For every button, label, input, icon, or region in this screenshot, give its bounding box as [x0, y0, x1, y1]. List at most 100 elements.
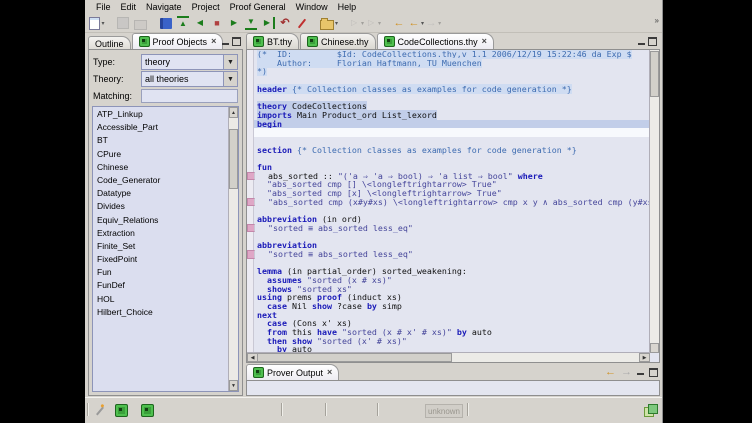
process-all-button[interactable] [243, 15, 259, 31]
gutter [247, 120, 254, 129]
interrupt-button[interactable] [209, 15, 225, 31]
menu-edit[interactable]: Edit [116, 2, 142, 12]
menu-window[interactable]: Window [291, 2, 333, 12]
gutter [247, 67, 254, 76]
gutter [247, 128, 254, 137]
menubar: FileEditNavigateProjectProof GeneralWind… [85, 0, 662, 14]
list-item[interactable]: HOL [93, 293, 228, 306]
close-icon[interactable]: × [327, 368, 332, 377]
undo-step-button[interactable] [192, 15, 208, 31]
theory-combo[interactable]: all theories ▼ [141, 71, 238, 87]
theory-value: all theories [142, 74, 223, 84]
back-button[interactable] [391, 15, 407, 31]
minimize-button[interactable] [638, 43, 645, 45]
debug-icon [365, 17, 377, 29]
prover-output-view: Prover Output × ← → [246, 364, 660, 396]
toolbar-separator [311, 23, 320, 24]
editor-vertical-scrollbar[interactable] [649, 50, 659, 353]
list-scrollbar[interactable]: ▲ ▼ [228, 107, 238, 391]
list-item[interactable]: Hilbert_Choice [93, 306, 228, 319]
list-item[interactable]: Accessible_Part [93, 121, 228, 134]
bottom-icon [245, 16, 257, 30]
prover-state-button[interactable] [158, 15, 174, 31]
type-combo[interactable]: theory ▼ [141, 54, 238, 70]
gutter [247, 319, 254, 328]
list-item[interactable]: BT [93, 134, 228, 147]
list-item[interactable]: Fun [93, 266, 228, 279]
toolbar-overflow-chevron[interactable]: » [655, 16, 658, 25]
minimize-button[interactable] [637, 373, 644, 375]
menu-proof-general[interactable]: Proof General [225, 2, 291, 12]
scroll-thumb[interactable] [229, 129, 238, 189]
back-icon[interactable]: ← [605, 367, 616, 377]
list-item[interactable]: FixedPoint [93, 253, 228, 266]
pen-icon [96, 407, 104, 416]
gutter [247, 302, 254, 311]
open-file-button[interactable]: ▾ [320, 15, 338, 31]
proof-general-status-icon[interactable] [141, 404, 154, 417]
proof-general-status-icon[interactable] [115, 404, 128, 417]
scroll-right-icon[interactable]: ▶ [639, 353, 650, 362]
minimize-button[interactable] [222, 43, 229, 45]
tab-label: Prover Output [267, 368, 323, 378]
scroll-thumb[interactable] [257, 353, 452, 362]
tab-proof-objects[interactable]: Proof Objects × [132, 33, 224, 49]
tab-label: Chinese.thy [321, 37, 369, 47]
list-item[interactable]: ATP_Linkup [93, 108, 228, 121]
type-label: Type: [93, 57, 141, 67]
toolbar-separator [382, 23, 391, 24]
toolbar-separator [149, 23, 158, 24]
restart-prover-button[interactable] [277, 15, 293, 31]
scroll-down-icon[interactable]: ▼ [229, 380, 238, 391]
progress-icon[interactable] [644, 404, 656, 416]
editor-body: (* ID: $Id: CodeCollections.thy,v 1.1 20… [246, 49, 660, 363]
back-history-button[interactable]: ▾ [408, 15, 424, 31]
list-item[interactable]: FunDef [93, 279, 228, 292]
list-item[interactable]: Chinese [93, 161, 228, 174]
list-item[interactable]: Divides [93, 200, 228, 213]
matching-input[interactable] [141, 89, 238, 103]
menu-help[interactable]: Help [333, 2, 362, 12]
chevron-down-icon[interactable]: ▼ [223, 72, 237, 86]
maximize-button[interactable] [648, 37, 657, 46]
list-item[interactable]: CPure [93, 148, 228, 161]
list-item[interactable]: Finite_Set [93, 240, 228, 253]
code-line: "sorted ≡ abs_sorted less_eq" [247, 224, 649, 233]
list-item[interactable]: Extraction [93, 227, 228, 240]
gutter [247, 154, 254, 163]
prover-output-body[interactable] [246, 380, 660, 396]
tab-bt-thy[interactable]: BT.thy [246, 33, 299, 49]
retract-all-button[interactable] [175, 15, 191, 31]
chevron-down-icon[interactable]: ▼ [223, 55, 237, 69]
tab-codecollections-thy[interactable]: CodeCollections.thy × [377, 33, 494, 49]
annotation-marker [247, 198, 255, 207]
gutter [247, 50, 254, 59]
nav-back-icon [408, 17, 420, 29]
tab-prover-output[interactable]: Prover Output × [246, 364, 339, 380]
theory-list[interactable]: ATP_LinkupAccessible_PartBTCPureChineseC… [92, 106, 239, 392]
list-item[interactable]: Code_Generator [93, 174, 228, 187]
close-icon[interactable]: × [211, 37, 216, 46]
scroll-thumb[interactable] [650, 51, 659, 97]
next-step-button[interactable] [226, 15, 242, 31]
prover-tab-row: Prover Output × ← → [246, 364, 660, 380]
maximize-button[interactable] [232, 37, 241, 46]
doc-icon [89, 17, 100, 30]
list-item[interactable]: Datatype [93, 187, 228, 200]
code-editor[interactable]: (* ID: $Id: CodeCollections.thy,v 1.1 20… [247, 50, 649, 353]
maximize-button[interactable] [649, 368, 658, 377]
tab-label: Outline [95, 39, 124, 49]
tab-chinese-thy[interactable]: Chinese.thy [300, 33, 376, 49]
gutter [247, 337, 254, 346]
activate-scripting-button[interactable] [294, 15, 310, 31]
scroll-up-icon[interactable]: ▲ [229, 107, 238, 118]
new-button[interactable]: ▾ [89, 15, 105, 31]
menu-project[interactable]: Project [187, 2, 225, 12]
goto-cursor-button[interactable] [260, 15, 276, 31]
editor-horizontal-scrollbar[interactable]: ◀ ▶ [247, 352, 650, 362]
list-item[interactable]: Equiv_Relations [93, 214, 228, 227]
menu-file[interactable]: File [91, 2, 116, 12]
gutter [247, 285, 254, 294]
close-icon[interactable]: × [482, 37, 487, 46]
menu-navigate[interactable]: Navigate [141, 2, 187, 12]
